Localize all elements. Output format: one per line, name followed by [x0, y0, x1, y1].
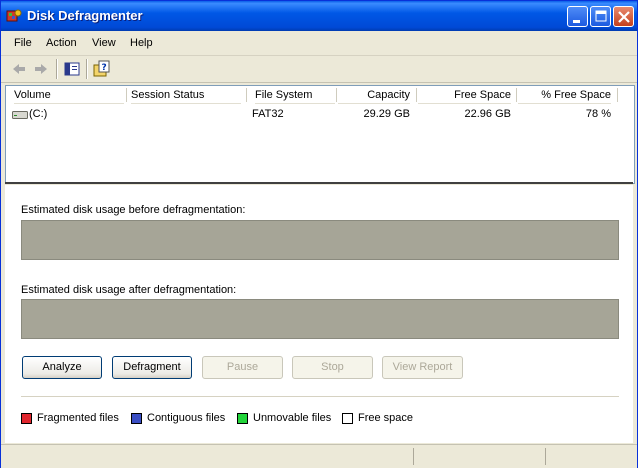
show-hide-console-tree-icon[interactable] [62, 59, 82, 79]
status-segment [545, 448, 636, 465]
view-report-button[interactable]: View Report [382, 356, 463, 379]
column-header-capacity[interactable]: Capacity [338, 86, 410, 104]
contiguous-files-label: Contiguous files [147, 412, 226, 424]
menu-help[interactable]: Help [130, 37, 153, 49]
column-header-session-status[interactable]: Session Status [131, 86, 241, 104]
column-divider[interactable] [336, 88, 337, 102]
maximize-button[interactable] [590, 6, 611, 27]
free-space-swatch [342, 413, 353, 424]
column-divider[interactable] [516, 88, 517, 102]
column-divider[interactable] [416, 88, 417, 102]
analysis-panel: Estimated disk usage before defragmentat… [5, 185, 633, 443]
toolbar-separator [86, 59, 88, 79]
close-button[interactable] [613, 6, 634, 27]
after-defrag-label: Estimated disk usage after defragmentati… [21, 284, 237, 296]
toolbar-separator [56, 59, 58, 79]
column-divider[interactable] [617, 88, 618, 102]
svg-text:?: ? [102, 63, 107, 73]
close-icon [618, 11, 630, 23]
column-divider[interactable] [126, 88, 127, 102]
minimize-icon [573, 20, 580, 23]
column-header-volume[interactable]: Volume [14, 86, 124, 104]
legend-divider [21, 396, 619, 397]
stop-button[interactable]: Stop [292, 356, 373, 379]
before-defrag-usage-bar [21, 220, 619, 260]
back-arrow-icon[interactable] [9, 59, 29, 79]
fragmented-files-label: Fragmented files [37, 412, 119, 424]
window-title: Disk Defragmenter [27, 8, 143, 23]
drive-icon [12, 111, 28, 119]
after-defrag-usage-bar [21, 299, 619, 339]
status-segment [413, 448, 544, 465]
minimize-button[interactable] [567, 6, 588, 27]
capacity-cell: 29.29 GB [363, 108, 410, 120]
toolbar: ? [1, 56, 637, 83]
analyze-button[interactable]: Analyze [22, 356, 102, 379]
help-icon[interactable]: ? [92, 59, 112, 79]
disk-defragmenter-app-icon [6, 9, 22, 22]
column-header-file-system[interactable]: File System [255, 86, 335, 104]
contiguous-files-swatch [131, 413, 142, 424]
fragmented-files-swatch [21, 413, 32, 424]
before-defrag-label: Estimated disk usage before defragmentat… [21, 204, 246, 216]
free-space-cell: 22.96 GB [464, 108, 511, 120]
unmovable-files-swatch [237, 413, 248, 424]
percent-free-space-cell: 78 % [585, 108, 611, 120]
menu-bar: File Action View Help [1, 31, 637, 56]
column-header-free-space[interactable]: Free Space [418, 86, 511, 104]
menu-view[interactable]: View [92, 37, 116, 49]
pane-splitter[interactable] [5, 182, 633, 184]
free-space-label: Free space [358, 412, 414, 424]
menu-file[interactable]: File [14, 37, 32, 49]
volume-list: Volume Session Status File System Capaci… [5, 85, 635, 184]
pause-button[interactable]: Pause [202, 356, 283, 379]
defragment-button[interactable]: Defragment [112, 356, 192, 379]
disk-defragmenter-window: Disk Defragmenter File Action View Help [0, 0, 638, 468]
status-bar [1, 444, 637, 468]
column-divider[interactable] [246, 88, 247, 102]
column-header-percent-free-space[interactable]: % Free Space [518, 86, 611, 104]
volume-name-cell: (C:) [29, 108, 48, 120]
file-system-cell: FAT32 [252, 108, 284, 120]
maximize-icon [595, 10, 607, 22]
title-bar[interactable]: Disk Defragmenter [1, 1, 637, 31]
forward-arrow-icon[interactable] [31, 59, 51, 79]
unmovable-files-label: Unmovable files [253, 412, 332, 424]
menu-action[interactable]: Action [46, 37, 77, 49]
